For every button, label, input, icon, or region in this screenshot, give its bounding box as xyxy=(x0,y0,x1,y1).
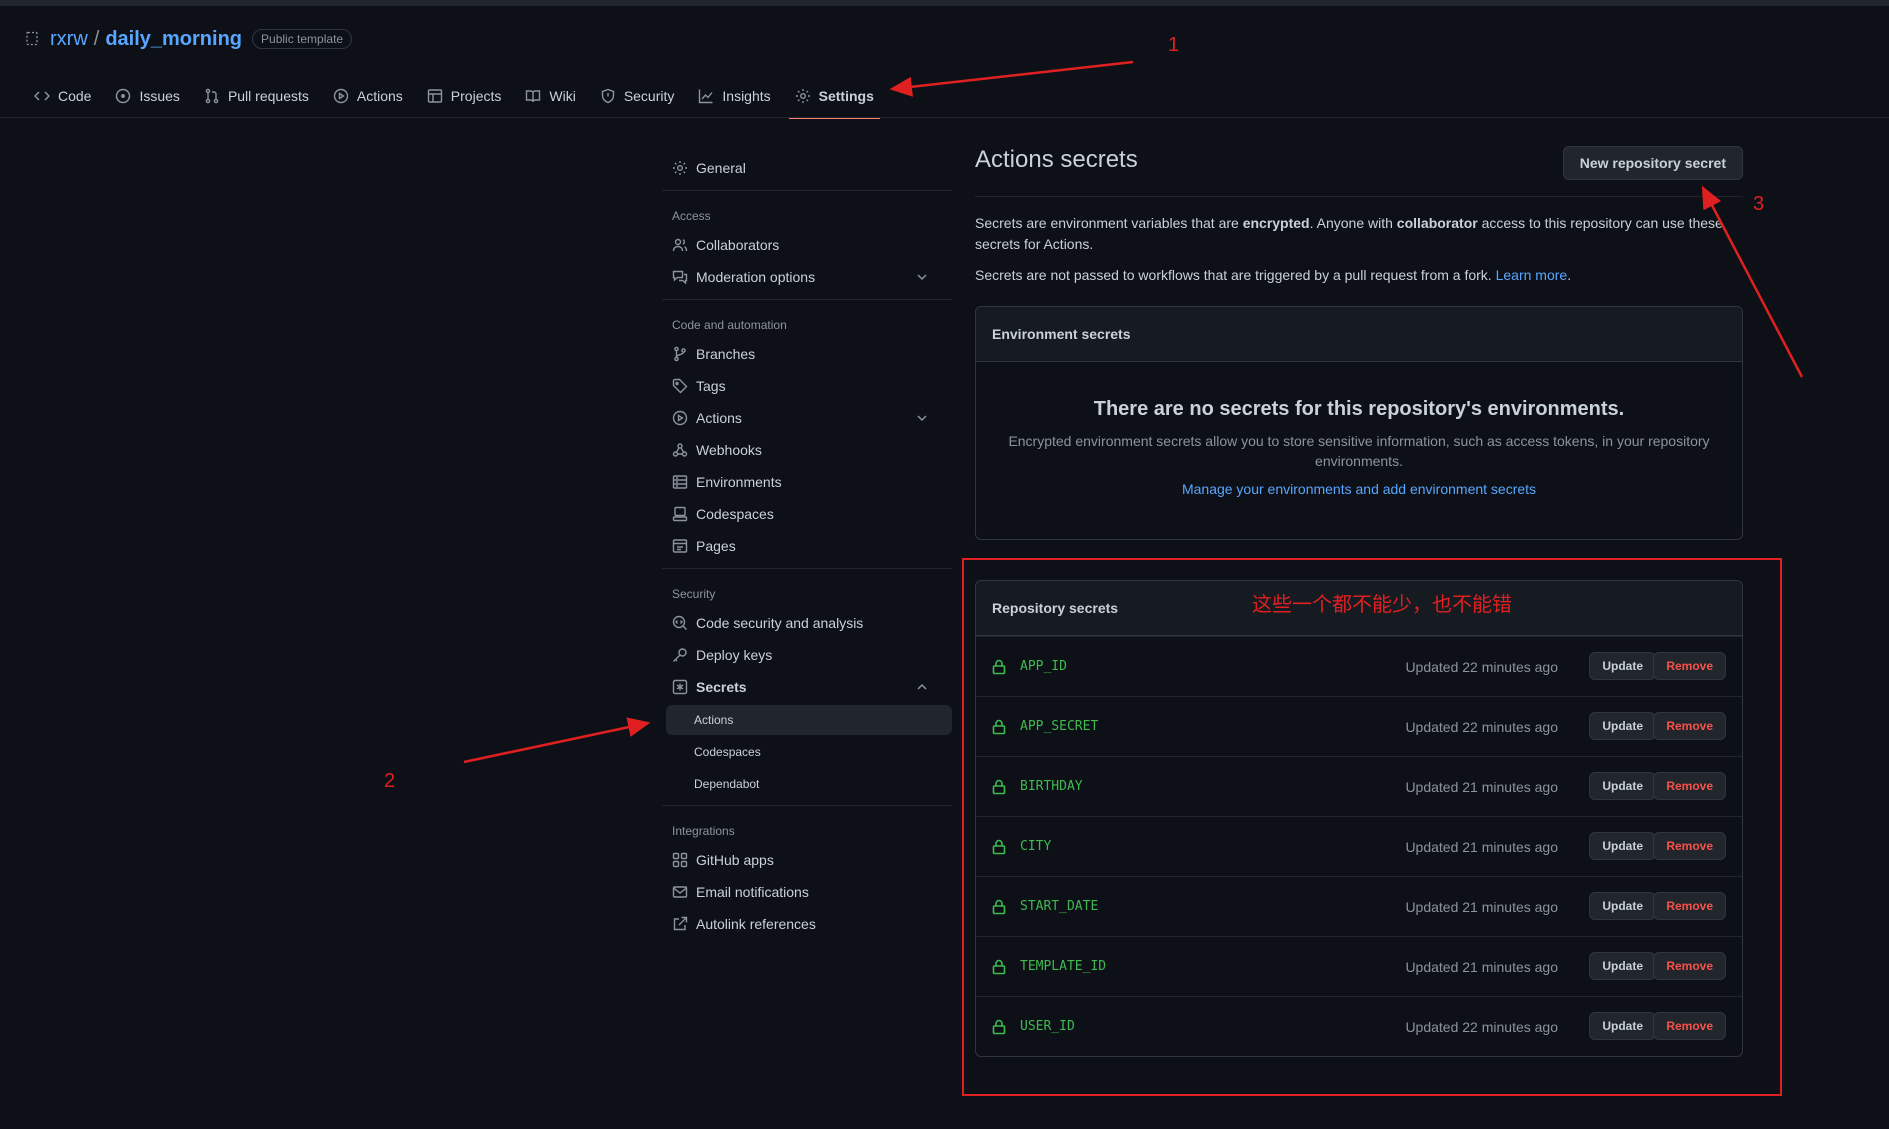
annotation-arrow-3 xyxy=(1701,185,1804,378)
annotation-arrow-2 xyxy=(463,717,651,764)
annotation-arrows xyxy=(463,60,1804,764)
annotation-arrow-1 xyxy=(889,60,1134,97)
